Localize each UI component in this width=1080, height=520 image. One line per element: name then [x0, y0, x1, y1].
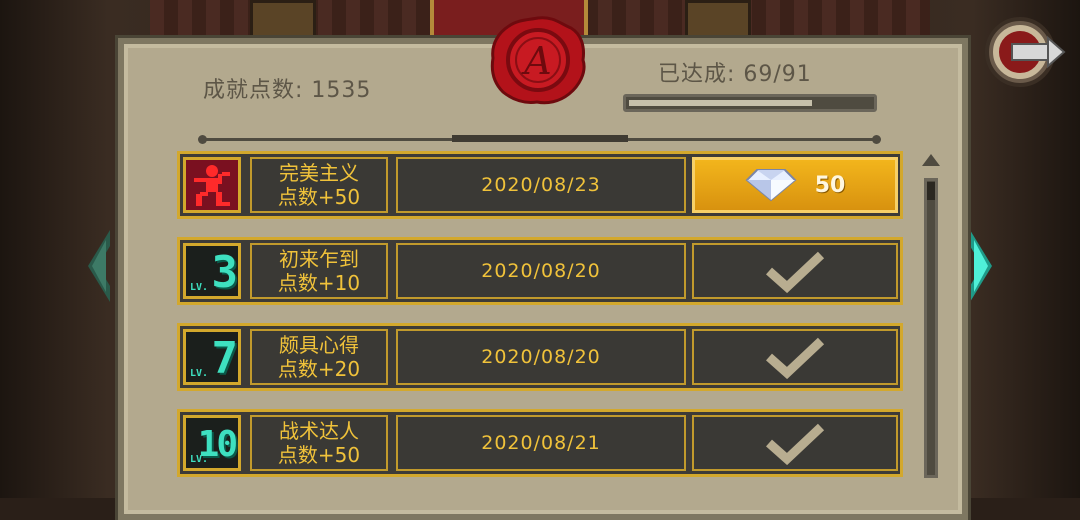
achievement-points: 点数+50	[277, 443, 361, 467]
achievement-date: 2020/08/23	[396, 157, 686, 213]
reward-claimed-cell	[692, 329, 898, 385]
achievement-name: 颇具心得	[279, 333, 359, 357]
achievement-row: 10 LV. 战术达人 点数+50 2020/08/21	[177, 409, 903, 477]
checkmark-icon	[766, 251, 825, 293]
list-scrollbar[interactable]	[920, 152, 942, 482]
achievement-row: 3 LV. 初来乍到 点数+10 2020/08/20	[177, 237, 903, 305]
scroll-thumb[interactable]	[927, 182, 935, 200]
achievement-date: 2020/08/21	[396, 415, 686, 471]
achievement-points: 点数+20	[277, 357, 361, 381]
achievement-points: 点数+50	[277, 185, 361, 209]
seal-letter: A	[521, 39, 551, 83]
level-badge-icon: 10 LV.	[183, 415, 241, 471]
achievement-progress-bar	[623, 94, 877, 112]
achievement-name-cell: 战术达人 点数+50	[250, 415, 388, 471]
achievement-points-label: 成就点数: 1535	[203, 78, 372, 103]
diamond-icon	[745, 169, 797, 202]
back-button[interactable]	[982, 14, 1066, 90]
achievement-date: 2020/08/20	[396, 329, 686, 385]
background-lamp-left	[250, 0, 316, 41]
achievement-name: 战术达人	[279, 419, 359, 443]
achieved-count-label: 已达成: 69/91	[658, 62, 812, 87]
level-badge-icon: 3 LV.	[183, 243, 241, 299]
achievement-name-cell: 初来乍到 点数+10	[250, 243, 388, 299]
achievement-name: 完美主义	[279, 161, 359, 185]
reward-claimed-cell	[692, 243, 898, 299]
header-divider-center	[452, 135, 628, 142]
level-badge-icon: 7 LV.	[183, 329, 241, 385]
checkmark-icon	[766, 423, 825, 465]
perfectionist-figure-icon	[183, 157, 241, 213]
achievement-name: 初来乍到	[279, 247, 359, 271]
level-tag: LV.	[190, 368, 209, 379]
achievement-row: 7 LV. 颇具心得 点数+20 2020/08/20	[177, 323, 903, 391]
achievement-name-cell: 颇具心得 点数+20	[250, 329, 388, 385]
checkmark-icon	[766, 337, 825, 379]
scroll-track[interactable]	[924, 178, 938, 478]
level-number: 7	[211, 333, 238, 384]
level-tag: LV.	[190, 454, 209, 465]
reward-gem-count: 50	[814, 172, 846, 198]
header-divider-dot-right	[872, 135, 881, 144]
achievement-name-cell: 完美主义 点数+50	[250, 157, 388, 213]
background-lamp-right	[685, 0, 751, 41]
next-page-arrow-icon[interactable]	[966, 226, 996, 306]
level-tag: LV.	[190, 282, 209, 293]
claim-reward-button[interactable]: 50	[692, 157, 898, 213]
achievement-row: 完美主义 点数+50 2020/08/23 50	[177, 151, 903, 219]
achievement-progress-fill	[629, 100, 812, 106]
previous-page-arrow-icon[interactable]	[84, 226, 114, 306]
achievement-points: 点数+10	[277, 271, 361, 295]
level-number: 3	[211, 247, 238, 298]
scroll-up-arrow-icon[interactable]	[920, 152, 942, 174]
reward-claimed-cell	[692, 415, 898, 471]
wax-seal-icon: A	[490, 16, 586, 105]
header-divider-dot-left	[198, 135, 207, 144]
achievement-date: 2020/08/20	[396, 243, 686, 299]
